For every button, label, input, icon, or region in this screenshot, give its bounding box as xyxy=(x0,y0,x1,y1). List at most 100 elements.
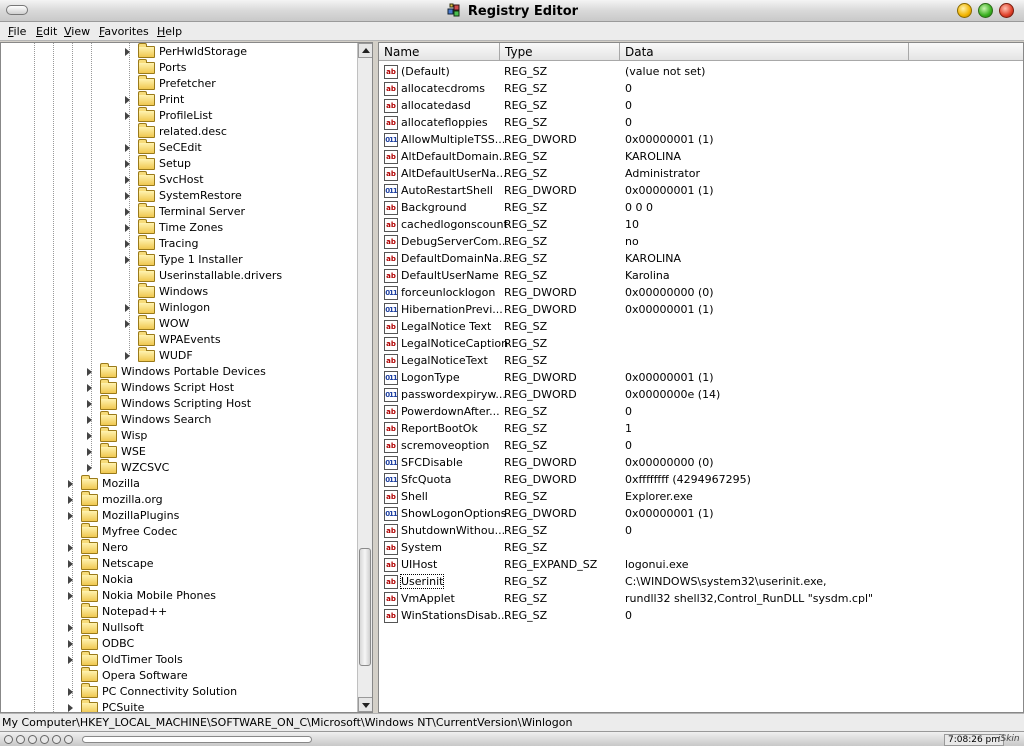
tree-item[interactable]: PC Connectivity Solution xyxy=(1,683,356,700)
column-header-name[interactable]: Name xyxy=(379,43,500,61)
value-row[interactable]: LogonType REG_DWORD 0x00000001 (1) xyxy=(379,369,1023,386)
tree-item[interactable]: Nero xyxy=(1,539,356,556)
expand-arrow-icon[interactable] xyxy=(68,688,73,696)
menu-view[interactable]: View xyxy=(64,25,90,38)
tree-item[interactable]: Nullsoft xyxy=(1,619,356,636)
tree-item[interactable]: WUDF xyxy=(1,347,356,364)
expand-arrow-icon[interactable] xyxy=(125,112,130,120)
value-row[interactable]: AllowMultipleTSS...REG_DWORD 0x00000001 (… xyxy=(379,131,1023,148)
tree-item[interactable]: Windows Scripting Host xyxy=(1,395,356,412)
expand-arrow-icon[interactable] xyxy=(125,208,130,216)
tree-item[interactable]: mozilla.org xyxy=(1,491,356,508)
scroll-up-button[interactable] xyxy=(358,43,372,58)
minimize-button[interactable] xyxy=(957,3,972,18)
value-row[interactable]: allocatedasd REG_SZ 0 xyxy=(379,97,1023,114)
value-row[interactable]: WinStationsDisab...REG_SZ 0 xyxy=(379,607,1023,624)
stop-icon[interactable] xyxy=(52,735,61,744)
tree-item[interactable]: WPAEvents xyxy=(1,331,356,348)
registry-values-list[interactable]: Name Type Data (Default) REG_SZ (value not… xyxy=(378,42,1024,713)
menu-help[interactable]: Help xyxy=(157,25,182,38)
menu-edit[interactable]: Edit xyxy=(36,25,57,38)
expand-arrow-icon[interactable] xyxy=(125,352,130,360)
value-row[interactable]: passwordexpiryw...REG_DWORD 0x0000000e (1… xyxy=(379,386,1023,403)
scroll-thumb[interactable] xyxy=(359,548,371,666)
expand-arrow-icon[interactable] xyxy=(125,192,130,200)
expand-arrow-icon[interactable] xyxy=(125,144,130,152)
tree-item[interactable]: PerHwIdStorage xyxy=(1,43,356,60)
menu-favorites[interactable]: Favorites xyxy=(99,25,149,38)
column-header-type[interactable]: Type xyxy=(500,43,620,61)
tree-item[interactable]: Wisp xyxy=(1,427,356,444)
expand-arrow-icon[interactable] xyxy=(87,400,92,408)
value-row[interactable]: UIHost REG_EXPAND_SZ logonui.exe xyxy=(379,556,1023,573)
value-row[interactable]: Userinit REG_SZ C:\WINDOWS\system32\userin… xyxy=(379,573,1023,590)
play-icon[interactable] xyxy=(28,735,37,744)
value-row[interactable]: Background REG_SZ 0 0 0 xyxy=(379,199,1023,216)
value-row[interactable]: (Default) REG_SZ (value not set) xyxy=(379,63,1023,80)
value-row[interactable]: AltDefaultUserNa...REG_SZ Administrator xyxy=(379,165,1023,182)
value-row[interactable]: ShowLogonOptionsREG_DWORD 0x00000001 (1) xyxy=(379,505,1023,522)
close-button[interactable] xyxy=(999,3,1014,18)
value-row[interactable]: VmApplet REG_SZ rundll32 shell32,Control_R… xyxy=(379,590,1023,607)
expand-arrow-icon[interactable] xyxy=(125,176,130,184)
tree-item[interactable]: SystemRestore xyxy=(1,187,356,204)
media-progress-bar[interactable] xyxy=(82,736,312,743)
column-header-data[interactable]: Data xyxy=(620,43,909,61)
tree-item[interactable]: Myfree Codec xyxy=(1,523,356,540)
expand-arrow-icon[interactable] xyxy=(68,512,73,520)
tree-item[interactable]: WSE xyxy=(1,443,356,460)
tree-item[interactable]: Print xyxy=(1,91,356,108)
tree-item[interactable]: related.desc xyxy=(1,123,356,140)
tree-item[interactable]: ProfileList xyxy=(1,107,356,124)
value-row[interactable]: cachedlogonscountREG_SZ 10 xyxy=(379,216,1023,233)
tree-item[interactable]: Windows Portable Devices xyxy=(1,363,356,380)
expand-arrow-icon[interactable] xyxy=(87,464,92,472)
expand-arrow-icon[interactable] xyxy=(125,240,130,248)
pause-icon[interactable] xyxy=(40,735,49,744)
tree-vertical-scrollbar[interactable] xyxy=(357,43,372,712)
expand-arrow-icon[interactable] xyxy=(68,592,73,600)
tree-item[interactable]: Netscape xyxy=(1,555,356,572)
tree-item[interactable]: Nokia xyxy=(1,571,356,588)
value-row[interactable]: LegalNoticeText REG_SZ xyxy=(379,352,1023,369)
expand-arrow-icon[interactable] xyxy=(68,560,73,568)
value-row[interactable]: LegalNoticeCaptionREG_SZ xyxy=(379,335,1023,352)
expand-arrow-icon[interactable] xyxy=(87,368,92,376)
value-row[interactable]: ShutdownWithou...REG_SZ 0 xyxy=(379,522,1023,539)
tree-item[interactable]: Ports xyxy=(1,59,356,76)
expand-arrow-icon[interactable] xyxy=(68,640,73,648)
tree-item[interactable]: Terminal Server xyxy=(1,203,356,220)
tree-item[interactable]: WOW xyxy=(1,315,356,332)
tree-item[interactable]: Mozilla xyxy=(1,475,356,492)
expand-arrow-icon[interactable] xyxy=(68,576,73,584)
rewind-icon[interactable] xyxy=(16,735,25,744)
value-row[interactable]: SFCDisable REG_DWORD 0x00000000 (0) xyxy=(379,454,1023,471)
tree-item[interactable]: Prefetcher xyxy=(1,75,356,92)
expand-arrow-icon[interactable] xyxy=(125,96,130,104)
prev-track-icon[interactable] xyxy=(4,735,13,744)
value-row[interactable]: SfcQuota REG_DWORD 0xffffffff (4294967295) xyxy=(379,471,1023,488)
tree-item[interactable]: Type 1 Installer xyxy=(1,251,356,268)
expand-arrow-icon[interactable] xyxy=(87,448,92,456)
value-row[interactable]: DefaultDomainNa...REG_SZ KAROLINA xyxy=(379,250,1023,267)
value-row[interactable]: DebugServerCom...REG_SZ no xyxy=(379,233,1023,250)
tree-item[interactable]: SeCEdit xyxy=(1,139,356,156)
value-row[interactable]: DefaultUserName REG_SZ Karolina xyxy=(379,267,1023,284)
expand-arrow-icon[interactable] xyxy=(125,160,130,168)
value-row[interactable]: ReportBootOk REG_SZ 1 xyxy=(379,420,1023,437)
scroll-down-button[interactable] xyxy=(358,697,372,712)
value-row[interactable]: forceunlocklogon REG_DWORD 0x00000000 (0) xyxy=(379,284,1023,301)
value-row[interactable]: AutoRestartShell REG_DWORD 0x00000001 (1) xyxy=(379,182,1023,199)
expand-arrow-icon[interactable] xyxy=(125,304,130,312)
expand-arrow-icon[interactable] xyxy=(68,544,73,552)
registry-key-tree[interactable]: PerHwIdStorage Ports Prefetcher Print Profil… xyxy=(0,42,373,713)
value-row[interactable]: Shell REG_SZ Explorer.exe xyxy=(379,488,1023,505)
tree-item[interactable]: Windows Search xyxy=(1,411,356,428)
tree-item[interactable]: Setup xyxy=(1,155,356,172)
expand-arrow-icon[interactable] xyxy=(68,624,73,632)
expand-arrow-icon[interactable] xyxy=(87,432,92,440)
value-row[interactable]: PowerdownAfter... REG_SZ 0 xyxy=(379,403,1023,420)
expand-arrow-icon[interactable] xyxy=(125,256,130,264)
tree-item[interactable]: Windows xyxy=(1,283,356,300)
value-row[interactable]: LegalNotice Text REG_SZ xyxy=(379,318,1023,335)
